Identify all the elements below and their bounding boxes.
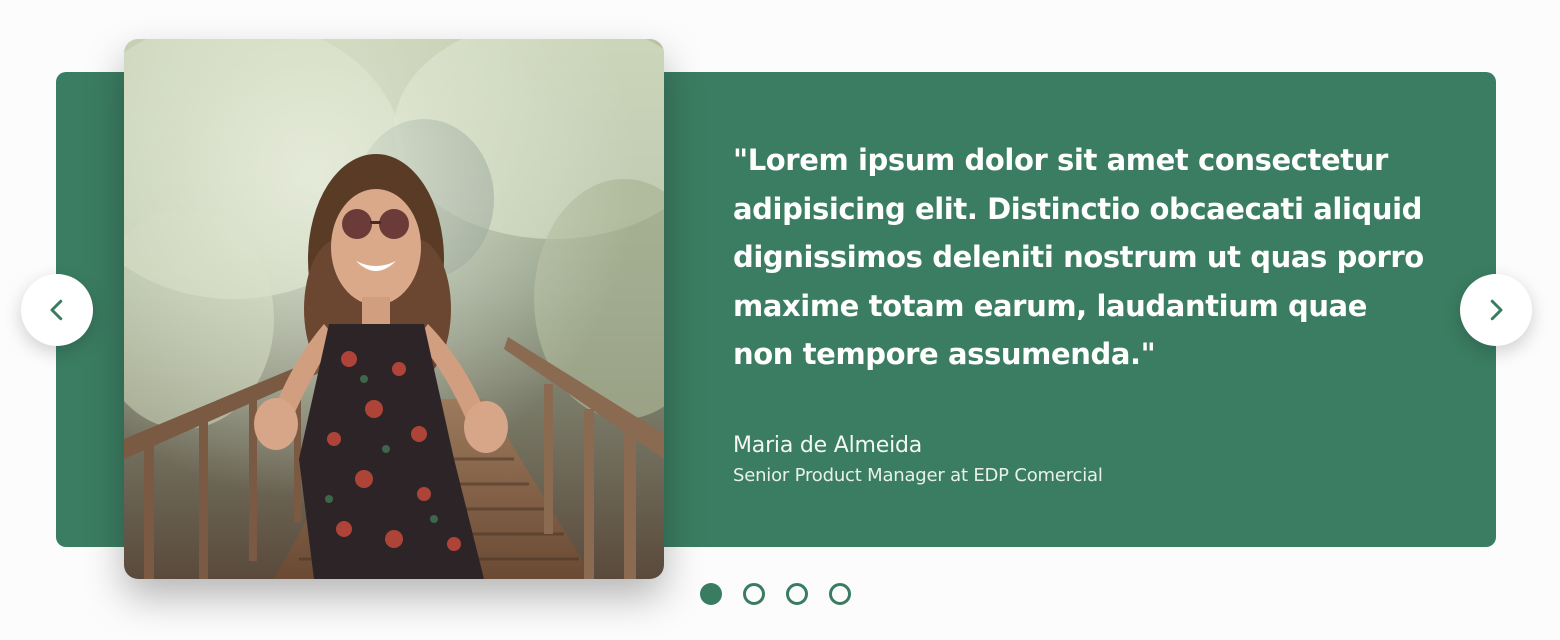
testimonial-author: Maria de Almeida Senior Product Manager … [733,430,1103,490]
author-role: Senior Product Manager at EDP Comercial [733,465,1103,486]
testimonial-quote: "Lorem ipsum dolor sit amet consectetur … [733,143,1424,371]
chevron-right-icon [1490,299,1503,321]
next-slide-button[interactable] [1460,274,1532,346]
chevron-left-icon [50,299,63,321]
testimonial-photo [124,39,664,579]
testimonial-slider: "Lorem ipsum dolor sit amet consectetur … [0,0,1560,640]
pagination-dot-3[interactable] [786,583,808,605]
pagination-dot-1[interactable] [700,583,722,605]
pagination-dot-4[interactable] [829,583,851,605]
author-name: Maria de Almeida [733,433,923,458]
pagination-dot-2[interactable] [743,583,765,605]
prev-slide-button[interactable] [21,274,93,346]
